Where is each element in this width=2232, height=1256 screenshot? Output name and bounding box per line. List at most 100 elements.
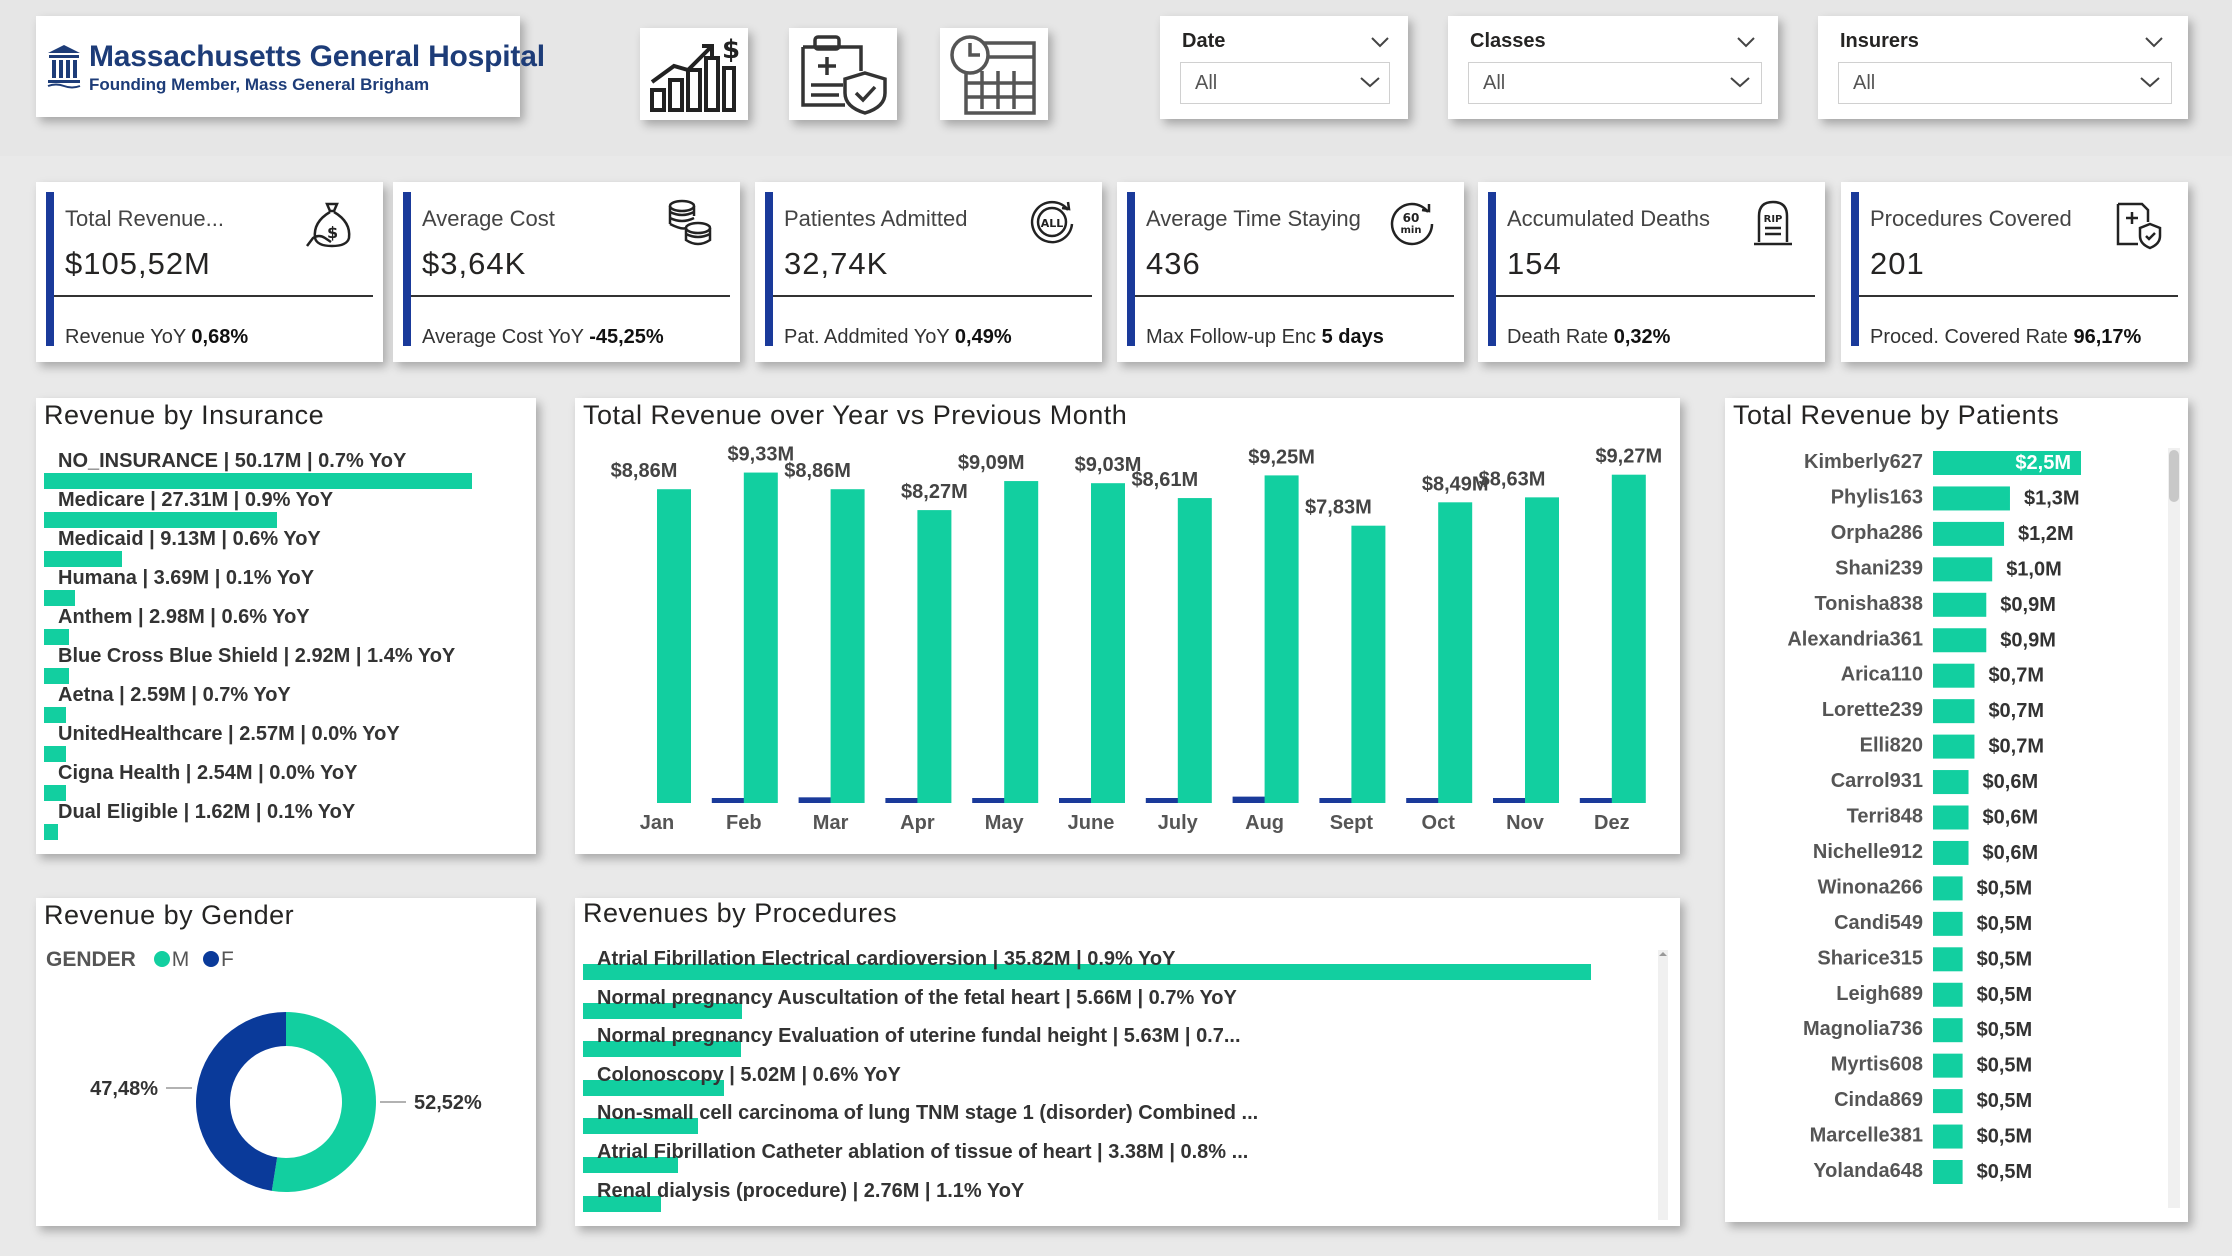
revenue-bar[interactable] [1091, 483, 1125, 803]
prev-month-bar [1493, 798, 1527, 803]
insurers-filter[interactable]: Insurers All [1818, 16, 2188, 119]
patient-revenue-bar[interactable] [1933, 1053, 1963, 1078]
patient-revenue-bar[interactable] [1933, 663, 1975, 688]
patient-revenue-label: $0,6M [1983, 842, 2039, 864]
all-cycle-icon: ALL [1030, 200, 1074, 244]
month-tick-label: Feb [726, 812, 762, 834]
patient-revenue-bar[interactable] [1933, 840, 1969, 865]
nav-schedule-button[interactable] [940, 28, 1048, 120]
procedure-label: Normal pregnancy Auscultation of the fet… [597, 986, 1237, 1009]
patients-revenue-chart: Kimberly627 $2,5M Phylis163 $1,3M Orpha286 $1… [1787, 451, 2081, 1184]
patient-revenue-bar[interactable] [1933, 1089, 1963, 1114]
prev-month-bar [711, 798, 746, 803]
patient-name-label: Lorette239 [1822, 699, 1923, 721]
revenue-by-gender-panel: Revenue by Gender GENDER M F 52,52% 47,48… [36, 898, 536, 1226]
patient-name-label: Leigh689 [1836, 983, 1923, 1005]
kpi-average-cost: Average Cost $3,64K Average Cost YoY -45… [393, 182, 740, 362]
patient-revenue-label: $0,6M [1983, 771, 2039, 793]
kpi-average-time-staying: Average Time Staying 436 Max Follow-up E… [1117, 182, 1464, 362]
patient-revenue-bar[interactable] [1933, 1018, 1963, 1043]
revenue-data-label: $9,27M [1595, 446, 1662, 468]
patient-revenue-bar[interactable] [1933, 734, 1975, 759]
revenue-data-label: $8,63M [1479, 468, 1546, 490]
revenue-bar[interactable] [657, 489, 691, 803]
patient-revenue-bar[interactable] [1933, 805, 1969, 830]
chevron-down-icon[interactable] [1370, 36, 1390, 48]
patient-revenue-label: $0,5M [1977, 1019, 2033, 1041]
date-filter-select[interactable]: All [1180, 62, 1390, 104]
chevron-down-icon[interactable] [1736, 36, 1756, 48]
svg-text:60: 60 [1403, 211, 1420, 225]
revenue-bar[interactable] [1525, 497, 1559, 803]
nav-insurance-button[interactable] [789, 28, 897, 120]
kpi-footer: Max Follow-up Enc 5 days [1146, 326, 1384, 348]
patient-name-label: Tonisha838 [1814, 593, 1923, 615]
scrollbar-thumb[interactable] [2169, 450, 2179, 502]
month-tick-label: Sept [1330, 812, 1374, 834]
patient-name-label: Candi549 [1834, 912, 1923, 934]
gender-legend: GENDER M F [46, 948, 234, 971]
classes-filter[interactable]: Classes All [1448, 16, 1778, 119]
patient-revenue-label: $0,7M [1988, 736, 2044, 758]
revenue-bar[interactable] [917, 510, 952, 803]
revenue-bar[interactable] [1264, 475, 1299, 803]
patient-revenue-bar[interactable] [1933, 1160, 1963, 1184]
insurance-label: Dual Eligible | 1.62M | 0.1% YoY [58, 801, 356, 823]
month-tick-label: Nov [1506, 812, 1545, 834]
chevron-down-icon[interactable] [2144, 36, 2164, 48]
month-tick-label: May [985, 812, 1025, 834]
patient-name-label: Yolanda648 [1813, 1160, 1923, 1182]
patient-revenue-label: $0,9M [2000, 594, 2056, 616]
revenue-bar[interactable] [1611, 474, 1646, 803]
patient-revenue-bar[interactable] [1933, 770, 1969, 795]
patient-revenue-bar[interactable] [1933, 557, 1993, 582]
revenue-bar[interactable] [743, 472, 778, 803]
kpi-divider [1859, 295, 2178, 297]
patient-revenue-bar[interactable] [1933, 947, 1963, 972]
money-bag-icon: $ [306, 202, 351, 248]
revenue-bar[interactable] [1177, 498, 1212, 803]
revenue-growth-icon: $ [650, 35, 740, 112]
chevron-down-icon [1730, 77, 1750, 88]
revenue-bar[interactable] [1351, 525, 1386, 803]
patient-revenue-bar[interactable] [1933, 592, 1987, 617]
patient-revenue-bar[interactable] [1933, 628, 1987, 653]
insurance-label: Aetna | 2.59M | 0.7% YoY [58, 684, 291, 706]
patient-revenue-bar[interactable] [1933, 486, 2010, 511]
month-tick-label: June [1068, 812, 1115, 834]
panel-title: Revenue by Insurance [44, 400, 325, 430]
revenue-data-label: $9,09M [958, 452, 1025, 474]
insurers-filter-select[interactable]: All [1838, 62, 2172, 104]
date-filter[interactable]: Date All [1160, 16, 1408, 119]
gender-slice-m[interactable] [271, 1012, 377, 1192]
nav-revenue-button[interactable]: $ [640, 28, 748, 120]
patient-revenue-bar[interactable] [1933, 521, 2005, 546]
date-filter-value: All [1195, 72, 1218, 94]
patient-revenue-bar[interactable] [1933, 699, 1975, 724]
patient-name-label: Cinda869 [1834, 1089, 1923, 1111]
patient-revenue-label: $1,3M [2024, 487, 2080, 509]
revenue-bar[interactable] [1004, 481, 1039, 803]
classes-filter-select[interactable]: All [1468, 62, 1762, 104]
patient-revenue-bar[interactable] [1933, 982, 1963, 1007]
procedures-scrollbar[interactable] [1658, 950, 1668, 1220]
date-filter-label: Date [1182, 30, 1226, 52]
patient-revenue-label: $0,5M [1977, 1055, 2033, 1077]
patients-scrollbar[interactable] [2168, 448, 2180, 1208]
patient-revenue-bar[interactable] [1933, 876, 1963, 901]
revenue-data-label: $8,86M [784, 460, 851, 482]
kpi-value: 154 [1507, 246, 1562, 281]
classes-filter-label: Classes [1470, 30, 1546, 52]
month-tick-label: Oct [1422, 812, 1456, 834]
kpi-footer: Pat. Addmited YoY 0,49% [784, 326, 1012, 348]
gender-slice-f[interactable] [196, 1012, 286, 1191]
revenue-bar[interactable] [830, 489, 865, 803]
patient-revenue-label: $0,6M [1983, 807, 2039, 829]
revenue-bar[interactable] [1438, 502, 1473, 803]
procedure-label: Atrial Fibrillation Electrical cardiover… [597, 948, 1176, 970]
patient-name-label: Terri848 [1847, 806, 1923, 828]
patient-name-label: Alexandria361 [1787, 628, 1923, 650]
patient-revenue-bar[interactable] [1933, 1124, 1963, 1149]
scroll-up-icon[interactable] [1659, 950, 1667, 958]
patient-revenue-bar[interactable] [1933, 911, 1963, 936]
